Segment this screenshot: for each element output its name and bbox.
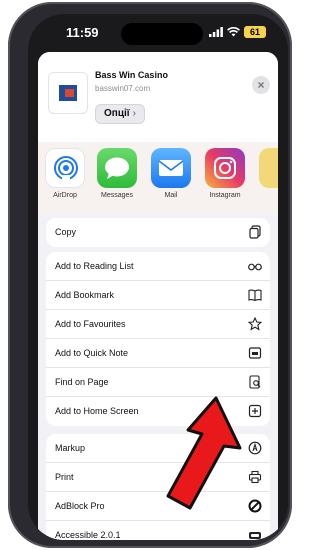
app-label: Instagram [209, 192, 241, 199]
mail-icon [151, 148, 191, 188]
action-label: Find on Page [55, 377, 109, 387]
instagram-icon [205, 148, 245, 188]
dynamic-island [121, 23, 203, 45]
app-label: AirDrop [53, 192, 77, 199]
status-bar: 11:59 61 [28, 14, 288, 48]
phone-frame: 11:59 61 Bass Win Casino basswin07.com О… [8, 2, 292, 548]
action-label: Copy [55, 227, 77, 237]
site-title: Bass Win Casino [95, 70, 168, 80]
app-notes[interactable] [256, 148, 278, 188]
book-icon [248, 289, 262, 302]
app-mail[interactable]: Mail [148, 148, 194, 199]
block-icon [248, 499, 262, 513]
options-button[interactable]: Опції › [95, 104, 145, 124]
pointer-arrow [166, 396, 242, 510]
markup-icon [248, 441, 262, 455]
action-accessible[interactable]: Accessible 2.0.1 [46, 521, 270, 540]
accessible-icon [249, 532, 261, 539]
action-add-reading-list[interactable]: Add to Reading List [46, 252, 270, 281]
action-label: Add Bookmark [55, 290, 115, 300]
messages-icon [97, 148, 137, 188]
action-label: Add to Favourites [55, 319, 126, 329]
status-icons: 61 [209, 26, 266, 38]
app-label: Mail [164, 192, 178, 199]
action-label: Add to Reading List [55, 261, 134, 271]
action-add-favourites[interactable]: Add to Favourites [46, 310, 270, 339]
add-square-icon [248, 404, 262, 418]
action-label: Markup [55, 443, 86, 453]
notes-app-icon [259, 148, 278, 188]
options-label: Опції [104, 108, 130, 119]
glasses-icon [248, 263, 262, 271]
app-instagram[interactable]: Instagram [202, 148, 248, 199]
wifi-icon [227, 27, 240, 37]
action-label: Add to Quick Note [55, 348, 129, 358]
quick-note-icon [248, 347, 262, 359]
action-find-on-page[interactable]: Find on Page [46, 368, 270, 397]
actions-group-copy: Copy [46, 218, 270, 247]
app-airdrop[interactable]: AirDrop [42, 148, 88, 199]
share-apps-row: AirDrop Messages Mail Instagram [38, 142, 278, 214]
action-add-quick-note[interactable]: Add to Quick Note [46, 339, 270, 368]
chevron-right-icon: › [132, 108, 136, 119]
action-copy[interactable]: Copy [46, 218, 270, 247]
airdrop-icon [45, 148, 85, 188]
close-button[interactable]: × [252, 76, 270, 94]
print-icon [248, 470, 262, 484]
action-label: AdBlock Pro [55, 501, 105, 511]
find-icon [249, 375, 261, 389]
status-time: 11:59 [66, 25, 99, 40]
share-header: Bass Win Casino basswin07.com Опції › × [38, 52, 278, 142]
action-label: Accessible 2.0.1 [55, 530, 121, 540]
signal-icon [209, 27, 223, 37]
action-add-bookmark[interactable]: Add Bookmark [46, 281, 270, 310]
app-messages[interactable]: Messages [94, 148, 140, 199]
action-label: Add to Home Screen [55, 406, 139, 416]
app-label: Messages [101, 192, 133, 199]
site-thumbnail [48, 72, 88, 114]
action-label: Print [55, 472, 74, 482]
battery-indicator: 61 [244, 26, 266, 38]
star-icon [248, 317, 262, 331]
site-url: basswin07.com [95, 84, 151, 93]
copy-icon [249, 225, 261, 239]
